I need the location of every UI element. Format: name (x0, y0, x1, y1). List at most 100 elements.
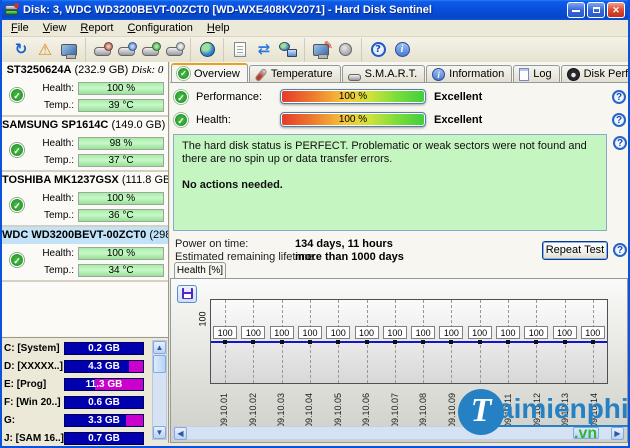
partition-usage-bar: 0.6 GB (64, 396, 144, 409)
partition-usage-bar: 3.3 GB (64, 414, 144, 427)
repeat-test-button[interactable]: Repeat Test (542, 241, 608, 260)
point-value: 100 (580, 326, 605, 339)
scroll-up-icon[interactable]: ▲ (153, 341, 166, 354)
menu-item[interactable]: File (4, 21, 36, 35)
x-axis-label: 09.10.14 (588, 392, 599, 428)
point-marker (449, 340, 454, 344)
temp-bar: 39 °C (78, 99, 164, 112)
health-chart-tab[interactable]: Health [%] (174, 262, 226, 278)
point-marker (307, 340, 312, 344)
disk-title: ST3250624A (232.9 GB) Disk: 0 (6, 64, 164, 76)
tab-icon (255, 68, 267, 81)
help-icon[interactable]: ? (613, 136, 627, 150)
scroll-down-icon[interactable]: ▼ (153, 426, 166, 439)
health-line (211, 341, 607, 343)
x-axis-label: 09.10.02 (247, 392, 258, 428)
chart-scrollbar[interactable]: ◀ ▶ (173, 426, 625, 440)
register-icon[interactable]: ✎ (309, 39, 333, 61)
partition-label: C: [System] (4, 343, 60, 354)
monitor-disk-icon[interactable] (57, 39, 81, 61)
partition-row[interactable]: G: 3.3 GB (4, 413, 166, 428)
help-icon[interactable]: ? (613, 243, 627, 257)
partition-label: E: [Prog] (4, 379, 47, 390)
x-axis-label: 09.10.11 (503, 393, 514, 428)
scroll-left-icon[interactable]: ◀ (174, 427, 187, 440)
main-panel: ✓ Overview Temperature S.M.A.R.T. i Info… (170, 62, 628, 443)
health-label: Health: (42, 83, 74, 94)
partition-label: F: [Win 20..] (4, 397, 61, 408)
partition-row[interactable]: C: [System] 0.2 GB (4, 341, 166, 356)
disk-title: TOSHIBA MK1237GSX (111.8 GB) (2, 174, 168, 186)
point-value: 100 (411, 326, 436, 339)
report-icon[interactable] (228, 39, 252, 61)
tab[interactable]: Disk Performance (560, 65, 628, 82)
power-on-line: Power on time: 134 days, 11 hours (175, 238, 393, 250)
menu-item[interactable]: View (36, 21, 74, 35)
partition-scrollbar[interactable]: ▲ ▼ (152, 340, 167, 440)
disk-title: SAMSUNG SP1614C (149.0 GB) Di (2, 119, 166, 131)
info-icon[interactable]: i (390, 39, 414, 61)
point-value: 100 (382, 326, 407, 339)
ok-icon: ✓ (174, 112, 188, 127)
disk-item[interactable]: SAMSUNG SP1614C (149.0 GB) Di ✓ Health: … (2, 117, 168, 172)
refresh-icon[interactable]: ↻ (9, 39, 33, 61)
partition-row[interactable]: E: [Prog] 11.3 GB (4, 377, 166, 392)
power-on-value: 134 days, 11 hours (295, 238, 393, 250)
network-icon[interactable] (276, 39, 300, 61)
x-axis-label: 09.10.13 (560, 392, 571, 428)
tab[interactable]: i Information (426, 65, 513, 82)
tab[interactable]: Log (513, 65, 560, 82)
health-bar: 100 % (78, 247, 164, 260)
tab[interactable]: ✓ Overview (171, 63, 248, 82)
partition-row[interactable]: D: [XXXXX..] 4.3 GB (4, 359, 166, 374)
disk-item[interactable]: TOSHIBA MK1237GSX (111.8 GB) ✓ Health: 1… (2, 172, 168, 227)
partition-label: J: [SAM 16..] (4, 433, 64, 444)
help-icon[interactable]: ? (366, 39, 390, 61)
menu-item[interactable]: Help (200, 21, 237, 35)
temp-label: Temp.: (43, 210, 74, 221)
point-marker (421, 340, 426, 344)
sync-icon[interactable]: ⇄ (252, 39, 276, 61)
tab[interactable]: Temperature (248, 65, 341, 82)
ok-icon: ✓ (174, 89, 188, 104)
partition-size: 0.7 GB (88, 433, 120, 444)
menu-item[interactable]: Report (73, 21, 120, 35)
x-axis-label: 09.10.07 (389, 392, 400, 428)
scroll-right-icon[interactable]: ▶ (611, 427, 624, 440)
toolbar: ↻ ⚠ ⇄ ✎? i (2, 37, 628, 62)
tab-icon (566, 67, 580, 81)
disk-title: WDC WD3200BEVT-00ZCT0 (298 (2, 227, 168, 244)
lifetime-value: more than 1000 days (295, 251, 404, 263)
save-chart-button[interactable] (177, 285, 197, 303)
tab-icon: i (432, 67, 446, 81)
close-button[interactable]: ✕ (607, 2, 625, 18)
world-disk-icon[interactable] (195, 39, 219, 61)
x-axis-label: 09.10.05 (332, 392, 343, 428)
warning-icon[interactable]: ⚠ (33, 39, 57, 61)
help-icon[interactable]: ? (612, 89, 626, 104)
tab[interactable]: S.M.A.R.T. (341, 65, 426, 82)
partition-row[interactable]: J: [SAM 16..] 0.7 GB (4, 431, 166, 446)
minimize-button[interactable] (567, 2, 585, 18)
maximize-button[interactable] (587, 2, 605, 18)
disk-temperature-icon[interactable] (114, 39, 138, 61)
point-value: 100 (213, 326, 238, 339)
menu-item[interactable]: Configuration (120, 21, 199, 35)
temp-bar: 34 °C (78, 264, 164, 277)
disk-search-icon[interactable] (162, 39, 186, 61)
sound-icon[interactable] (333, 39, 357, 61)
disk-health-icon[interactable] (138, 39, 162, 61)
scrollbar-thumb[interactable] (573, 427, 599, 439)
health-label: Health: (42, 138, 74, 149)
scrollbar-thumb[interactable] (153, 355, 166, 373)
y-axis-tick: 100 (197, 311, 208, 327)
point-value: 100 (467, 326, 492, 339)
disk-item[interactable]: WDC WD3200BEVT-00ZCT0 (298 ✓ Health: 100… (2, 227, 168, 282)
partition-row[interactable]: F: [Win 20..] 0.6 GB (4, 395, 166, 410)
x-axis-label: 09.10.01 (219, 392, 230, 428)
disk-performance-icon[interactable] (90, 39, 114, 61)
x-axis-label: 09.10.06 (361, 392, 372, 428)
partition-usage-bar: 0.2 GB (64, 342, 144, 355)
help-icon[interactable]: ? (612, 112, 626, 127)
disk-item[interactable]: ST3250624A (232.9 GB) Disk: 0 ✓ Health: … (2, 62, 168, 117)
